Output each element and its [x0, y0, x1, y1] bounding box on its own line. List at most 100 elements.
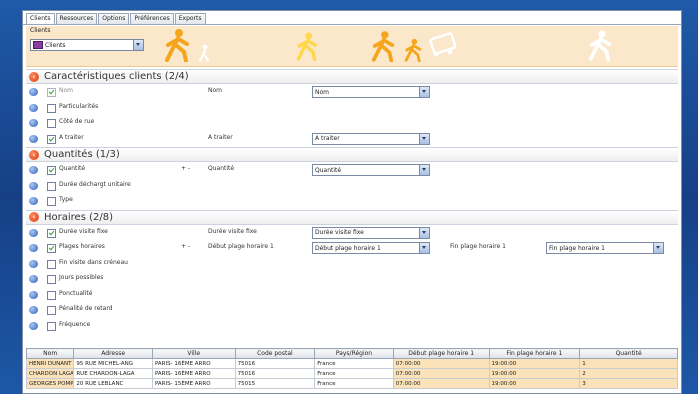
row-label: Plages horaires: [59, 243, 105, 250]
clients-layer-icon: [33, 41, 43, 49]
walker-yellow-icon: [296, 31, 318, 61]
checkbox-fin-visite[interactable]: [47, 259, 56, 269]
chevron-down-icon[interactable]: [419, 133, 429, 144]
checkbox-cote-de-rue[interactable]: [47, 119, 56, 128]
tab-ressources[interactable]: Ressources: [55, 13, 98, 24]
chevron-down-icon[interactable]: [419, 243, 429, 253]
column-header[interactable]: Pays/Région: [314, 348, 394, 359]
combo-value: A traiter: [315, 135, 340, 142]
field-label: Début plage horaire 1: [208, 243, 274, 250]
combo-value: Nom: [315, 88, 330, 96]
add-remove-buttons[interactable]: + -: [181, 165, 190, 172]
checkbox-frequence[interactable]: [47, 321, 56, 331]
criteria-panel: ‹ Caractéristiques clients (2/4) Nom Nom…: [26, 68, 678, 348]
field-label: A traiter: [208, 133, 233, 141]
tab-exports[interactable]: Exports: [174, 13, 206, 24]
section-horaires[interactable]: ‹ Horaires (2/8): [26, 209, 678, 225]
column-header[interactable]: Code postal: [234, 348, 316, 359]
table-cell: 2: [579, 368, 678, 379]
debut-plage-combo[interactable]: Début plage horaire 1: [312, 242, 430, 254]
criteria-row: Durée visite fixe Durée visite fixe Duré…: [26, 225, 678, 241]
criteria-row: Côté de rue: [26, 115, 678, 131]
nom-combo[interactable]: Nom: [312, 86, 430, 98]
table-cell: 07:00:00: [392, 368, 490, 379]
chevron-down-icon[interactable]: [419, 227, 429, 238]
table-row[interactable]: GEORGES POMPIDO 20 RUE LEBLANC PARIS- 15…: [25, 378, 678, 389]
walker-faded-icon-2: [588, 28, 612, 62]
column-header[interactable]: Adresse: [73, 348, 153, 359]
row-label: Quantité: [59, 165, 86, 172]
tab-preferences[interactable]: Préférences: [130, 13, 174, 24]
checkbox-quantite[interactable]: [47, 166, 56, 175]
table-cell: HENRI DUNANT: [25, 358, 75, 369]
column-header[interactable]: Fin plage horaire 1: [488, 348, 581, 359]
table-cell: 75015: [234, 378, 316, 389]
add-remove-buttons[interactable]: + -: [181, 243, 190, 250]
checkbox-penalite[interactable]: [47, 306, 56, 315]
section-quantites[interactable]: ‹ Quantités (1/3): [26, 147, 678, 162]
checkbox-nom[interactable]: [47, 88, 56, 97]
section-title: Horaires (2/8): [44, 211, 113, 223]
criteria-row: Ponctualité: [26, 287, 678, 303]
column-header[interactable]: Quantité: [579, 348, 678, 359]
checkbox-a-traiter[interactable]: [47, 134, 56, 144]
fin-plage-combo[interactable]: Fin plage horaire 1: [546, 242, 664, 254]
column-header[interactable]: Ville: [151, 348, 236, 359]
table-cell: 19:00:00: [488, 368, 581, 379]
clients-dropdown[interactable]: Clients: [30, 39, 144, 51]
collapse-icon[interactable]: ‹: [29, 149, 39, 160]
checkbox-type[interactable]: [47, 197, 56, 206]
checkbox-duree-dechargt[interactable]: [47, 181, 56, 191]
checkbox-ponctualite[interactable]: [47, 290, 56, 300]
info-icon: [29, 321, 38, 330]
row-label: Durée déchargt unitaire: [59, 180, 131, 188]
row-label: Fin visite dans créneau: [59, 258, 128, 266]
collapse-icon[interactable]: ‹: [29, 71, 39, 82]
info-icon: [29, 259, 38, 268]
table-cell: 07:00:00: [392, 358, 490, 369]
combo-value: Fin plage horaire 1: [549, 244, 605, 252]
tab-bar: Clients Ressources Options Préférences E…: [26, 13, 207, 25]
info-icon: [29, 181, 38, 190]
table-cell: France: [314, 368, 394, 379]
duree-visite-combo[interactable]: Durée visite fixe: [312, 226, 430, 239]
quantite-combo[interactable]: Quantité: [312, 164, 430, 176]
table-cell: France: [314, 378, 394, 389]
column-header[interactable]: Nom: [25, 348, 75, 359]
chevron-down-icon[interactable]: [419, 165, 429, 175]
combo-value: Début plage horaire 1: [315, 244, 381, 252]
column-header[interactable]: Début plage horaire 1: [392, 348, 490, 359]
info-icon: [29, 119, 38, 127]
checkbox-particularites[interactable]: [47, 103, 56, 113]
table-row[interactable]: HENRI DUNANT 95 RUE MICHEL-ANG PARIS- 16…: [25, 358, 678, 369]
table-cell: France: [314, 358, 394, 369]
table-cell: 20 RUE LEBLANC: [73, 378, 153, 389]
table-cell: 19:00:00: [488, 378, 581, 389]
banner-label: Clients: [30, 27, 51, 34]
checkbox-plages-horaires[interactable]: [47, 244, 56, 253]
row-label: Durée visite fixe: [59, 227, 108, 235]
section-caracteristiques[interactable]: ‹ Caractéristiques clients (2/4): [26, 69, 678, 84]
field-label: Quantité: [208, 165, 235, 172]
table-cell: GEORGES POMPIDO: [25, 378, 75, 389]
criteria-row: Quantité + - Quantité Quantité: [26, 162, 678, 178]
table-cell: PARIS- 16ÈME ARRO: [151, 358, 236, 369]
criteria-row: Nom Nom Nom: [26, 84, 678, 100]
checkbox-jours-possibles[interactable]: [47, 275, 56, 284]
table-cell: PARIS- 15ÈME ARRO: [151, 378, 236, 389]
table-row[interactable]: CHARDON LAGACHE RUE CHARDON-LAGA PARIS- …: [25, 368, 678, 379]
table-cell: CHARDON LAGACHE: [25, 368, 75, 379]
row-label: Pénalité de retard: [59, 305, 113, 312]
section-title: Caractéristiques clients (2/4): [44, 71, 189, 82]
chevron-down-icon[interactable]: [419, 87, 429, 97]
checkbox-duree-visite[interactable]: [47, 228, 56, 238]
chevron-down-icon[interactable]: [653, 243, 663, 253]
walker-faded-icon: [198, 44, 210, 62]
criteria-row: A traiter A traiter A traiter: [26, 131, 678, 147]
info-icon: [29, 88, 38, 96]
tab-options[interactable]: Options: [98, 13, 130, 24]
tab-divider: [23, 24, 681, 25]
chevron-down-icon[interactable]: [133, 40, 143, 50]
a-traiter-combo[interactable]: A traiter: [312, 132, 430, 145]
collapse-icon[interactable]: ‹: [29, 212, 39, 222]
